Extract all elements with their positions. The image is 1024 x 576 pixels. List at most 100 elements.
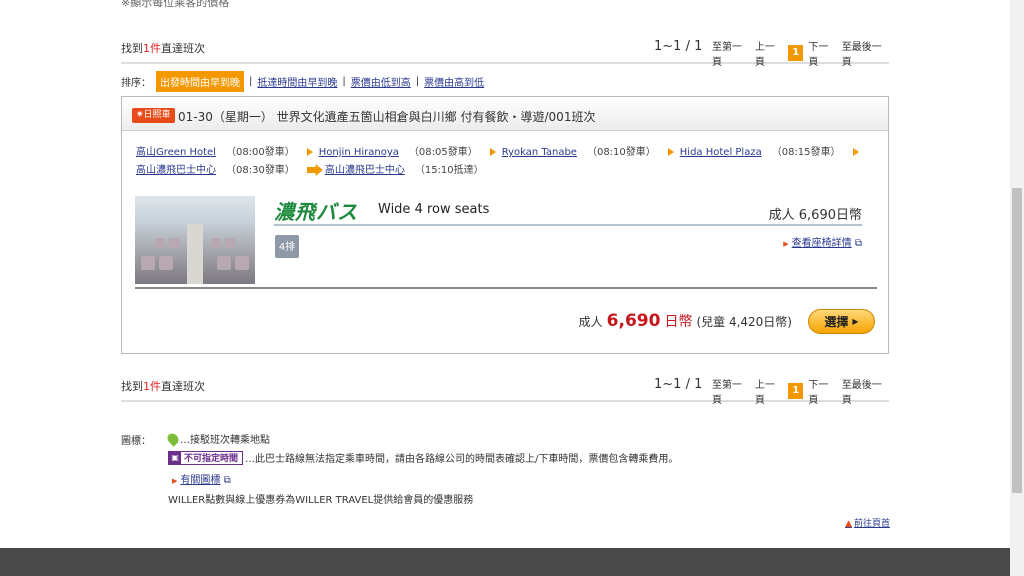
triangle-icon: ▶ bbox=[852, 317, 859, 326]
photo-seat bbox=[225, 238, 235, 248]
pager: 至第一頁 上一頁 1 下一頁 至最後一頁 bbox=[712, 376, 889, 406]
price-note: ※顯示每位乘客的價格 bbox=[121, 0, 230, 9]
adult-price-summary: 成人 6,690日幣 bbox=[768, 208, 862, 223]
willer-note: WILLER點數與線上優惠券為WILLER TRAVEL提供給會員的優惠服務 bbox=[168, 495, 474, 506]
bus-icon: ▣ bbox=[169, 451, 181, 464]
external-window-icon: ⧉ bbox=[223, 475, 231, 486]
route-line-1: 高山Green Hotel （08:00發車） Honjin Hiranoya （08… bbox=[136, 144, 876, 162]
arrow-right-icon bbox=[489, 148, 496, 156]
stop-link[interactable]: Ryokan Tanabe bbox=[502, 147, 577, 158]
pager-range: 1~1 / 1 bbox=[654, 377, 703, 392]
price-row: 成人 6,690 日幣 (兒童 4,420日幣) bbox=[579, 311, 792, 331]
legend-no-time-text: …此巴士路線無法指定乘車時間，請由各路線公司的時間表確認上/下車時間，票價包含轉… bbox=[245, 454, 679, 465]
pager-range: 1~1 / 1 bbox=[654, 39, 703, 54]
no-time-tag-label: 不可指定時間 bbox=[184, 454, 239, 464]
no-time-tag: ▣ 不可指定時間 bbox=[168, 450, 244, 465]
arrival-time: （15:10抵達） bbox=[414, 165, 484, 176]
map-pin-icon bbox=[165, 430, 181, 447]
pager-last[interactable]: 至最後一頁 bbox=[842, 376, 889, 406]
arrow-right-icon bbox=[306, 148, 313, 156]
back-to-top-link[interactable]: ▲ 前往頁首 bbox=[845, 516, 890, 529]
day-trip-badge-label: 日照車 bbox=[143, 110, 171, 120]
sort-label: 排序： bbox=[121, 77, 151, 89]
photo-seat bbox=[159, 256, 173, 270]
pager-prev[interactable]: 上一頁 bbox=[755, 376, 783, 406]
select-button[interactable]: 選擇 ▶ bbox=[808, 309, 875, 334]
external-window-icon: ⧉ bbox=[854, 238, 862, 249]
found-prefix: 找到 bbox=[121, 380, 143, 393]
legend-transfer-text: …接駁班次轉乘地點 bbox=[180, 435, 270, 446]
photo-seat bbox=[211, 238, 221, 248]
back-to-top-label: 前往頁首 bbox=[853, 519, 890, 529]
child-price: (兒童 4,420日幣) bbox=[696, 315, 792, 329]
scrollbar-thumb[interactable] bbox=[1012, 188, 1022, 493]
photo-seat bbox=[217, 256, 231, 270]
sort-arrival[interactable]: 抵達時間由早到晚 bbox=[257, 74, 337, 89]
found-suffix: 直達班次 bbox=[161, 42, 205, 55]
stop-link[interactable]: Honjin Hiranoya bbox=[319, 147, 399, 158]
pager-next[interactable]: 下一頁 bbox=[808, 376, 836, 406]
legend-label: 圖標： bbox=[121, 436, 151, 447]
sort-separator: | bbox=[249, 75, 253, 87]
seat-details-link[interactable]: ▶ 查看座椅詳情 ⧉ bbox=[783, 234, 862, 249]
sort-price-asc[interactable]: 票價由低到高 bbox=[351, 74, 411, 89]
stop-time: （08:30發車） bbox=[226, 165, 295, 176]
legend-transfer: …接駁班次轉乘地點 bbox=[165, 430, 270, 447]
stop-link[interactable]: 高山濃飛巴士中心 bbox=[136, 165, 216, 176]
bus-interior-photo bbox=[135, 196, 255, 284]
footer bbox=[0, 548, 1010, 576]
arrival-stop-link[interactable]: 高山濃飛巴士中心 bbox=[325, 165, 405, 176]
trip-header: ✷日照車 01-30（星期一） 世界文化遺產五箇山相倉與白川鄉 付有餐飲・導遊/… bbox=[122, 97, 888, 131]
pager-current: 1 bbox=[788, 45, 804, 61]
found-count: 找到1件直達班次 bbox=[121, 40, 205, 56]
results-bar-bottom: 找到1件直達班次 1~1 / 1 至第一頁 上一頁 1 下一頁 至最後一頁 bbox=[121, 374, 889, 406]
stop-link[interactable]: 高山Green Hotel bbox=[136, 147, 216, 158]
arrival-arrow-icon bbox=[306, 164, 323, 176]
pager: 至第一頁 上一頁 1 下一頁 至最後一頁 bbox=[712, 38, 889, 68]
icon-info-link[interactable]: ▶ 有關圖標 ⧉ bbox=[172, 471, 231, 486]
stop-time: （08:15發車） bbox=[771, 147, 841, 158]
operator-logo: 濃飛バス bbox=[274, 200, 358, 224]
route-line-2: 高山濃飛巴士中心 （08:30發車） 高山濃飛巴士中心 （15:10抵達） bbox=[136, 162, 876, 180]
pager-last[interactable]: 至最後一頁 bbox=[842, 38, 889, 68]
pager-current: 1 bbox=[788, 383, 804, 399]
pager-first[interactable]: 至第一頁 bbox=[712, 38, 750, 68]
sort-active[interactable]: 出發時間由早到晚 bbox=[156, 70, 244, 92]
sort-separator: | bbox=[415, 75, 420, 87]
up-arrow-icon: ▲ bbox=[845, 519, 852, 529]
found-prefix: 找到 bbox=[121, 42, 143, 55]
photo-seat bbox=[155, 238, 165, 248]
price-label: 成人 bbox=[578, 315, 603, 329]
seat-details-label: 查看座椅詳情 bbox=[791, 238, 852, 249]
found-suffix: 直達班次 bbox=[161, 380, 205, 393]
results-bar-top: 找到1件直達班次 1~1 / 1 至第一頁 上一頁 1 下一頁 至最後一頁 bbox=[121, 36, 889, 68]
seat-rows-icon: 4排 bbox=[275, 235, 299, 258]
trip-title: 01-30（星期一） 世界文化遺產五箇山相倉與白川鄉 付有餐飲・導遊/001班次 bbox=[178, 110, 596, 124]
found-number: 1件 bbox=[143, 380, 161, 393]
divider bbox=[274, 224, 862, 226]
day-trip-badge: ✷日照車 bbox=[132, 108, 175, 123]
photo-seat bbox=[169, 238, 179, 248]
stop-time: （08:10發車） bbox=[586, 147, 656, 158]
photo-aisle bbox=[187, 224, 203, 284]
stop-link[interactable]: Hida Hotel Plaza bbox=[680, 147, 762, 158]
pager-first[interactable]: 至第一頁 bbox=[712, 376, 750, 406]
trip-card: ✷日照車 01-30（星期一） 世界文化遺產五箇山相倉與白川鄉 付有餐飲・導遊/… bbox=[121, 96, 889, 354]
select-label: 選擇 bbox=[824, 315, 849, 329]
seat-type: Wide 4 row seats bbox=[378, 202, 490, 217]
found-count: 找到1件直達班次 bbox=[121, 378, 205, 394]
divider bbox=[135, 287, 877, 289]
price-value: 6,690 bbox=[606, 311, 661, 331]
pager-next[interactable]: 下一頁 bbox=[808, 38, 836, 68]
icon-info-label: 有關圖標 bbox=[180, 475, 221, 486]
stop-time: （08:05發車） bbox=[408, 147, 478, 158]
stop-time: （08:00發車） bbox=[225, 147, 295, 158]
sort-price-desc[interactable]: 票價由高到低 bbox=[424, 74, 484, 89]
price-currency: 日幣 bbox=[664, 314, 693, 330]
photo-seat bbox=[235, 256, 249, 270]
arrow-right-icon bbox=[852, 148, 859, 156]
found-number: 1件 bbox=[143, 42, 161, 55]
arrow-right-icon bbox=[667, 148, 674, 156]
route-stops: 高山Green Hotel （08:00發車） Honjin Hiranoya （08… bbox=[136, 144, 876, 180]
pager-prev[interactable]: 上一頁 bbox=[755, 38, 783, 68]
